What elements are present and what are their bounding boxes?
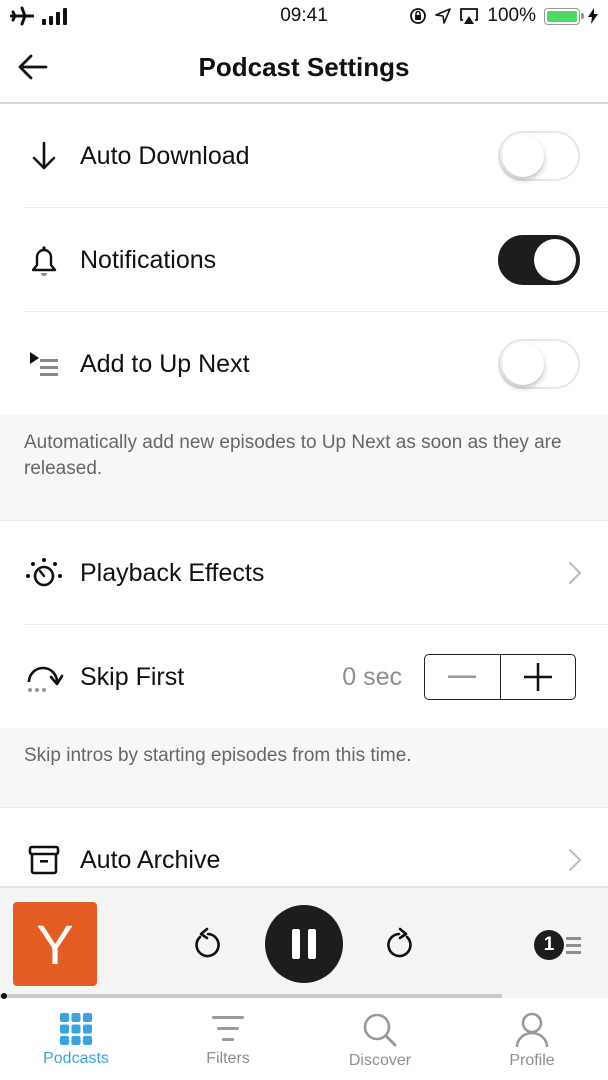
status-right: 100%	[409, 5, 598, 27]
up-next-count-badge: 1	[534, 930, 564, 960]
tab-podcasts[interactable]: Podcasts	[0, 1000, 152, 1080]
rotation-lock-icon	[410, 8, 427, 24]
setting-row-add-to-up-next: Add to Up Next	[0, 312, 608, 416]
setting-row-playback-effects[interactable]: Playback Effects	[0, 521, 608, 625]
airplay-icon	[460, 8, 479, 24]
skip-first-value: 0 sec	[342, 662, 402, 691]
toggle-knob	[534, 239, 576, 281]
playback-effects-label: Playback Effects	[80, 558, 265, 587]
skip-first-description: Skip intros by starting episodes from th…	[0, 728, 608, 808]
tab-bar: Podcasts Filters Discover Profile	[0, 1000, 608, 1080]
up-next-description: Automatically add new episodes to Up Nex…	[0, 415, 608, 521]
pause-icon	[292, 929, 316, 959]
page-title: Podcast Settings	[198, 52, 410, 82]
add-to-up-next-toggle[interactable]	[498, 339, 580, 389]
tab-label: Filters	[206, 1050, 250, 1067]
increment-button[interactable]	[499, 655, 576, 699]
setting-row-auto-download: Auto Download	[0, 104, 608, 208]
add-to-up-next-label: Add to Up Next	[80, 349, 250, 378]
skip-first-label: Skip First	[80, 662, 185, 691]
notifications-toggle[interactable]	[498, 235, 580, 285]
battery-icon	[544, 7, 584, 25]
search-icon	[363, 1013, 397, 1047]
skip-back-button[interactable]	[186, 924, 226, 964]
skip-back-icon	[195, 927, 220, 958]
toggle-knob	[502, 135, 544, 177]
skip-first-stepper	[424, 654, 576, 700]
charging-icon	[588, 8, 598, 24]
skip-forward-button[interactable]	[381, 924, 421, 964]
tab-filters[interactable]: Filters	[152, 1000, 304, 1080]
toggle-knob	[502, 343, 544, 385]
profile-icon	[515, 1012, 549, 1048]
tab-label: Discover	[348, 1052, 412, 1069]
minus-icon	[448, 675, 477, 678]
skip-forward-arc-icon	[22, 655, 66, 699]
up-next-queue-button[interactable]: 1	[530, 928, 586, 962]
tab-profile[interactable]: Profile	[456, 1000, 608, 1080]
chevron-right-icon	[568, 559, 584, 587]
setting-row-skip-first: Skip First 0 sec	[0, 625, 608, 729]
tab-label: Profile	[509, 1052, 555, 1069]
plus-icon	[523, 663, 552, 691]
playback-progress-handle[interactable]	[1, 993, 7, 999]
notifications-label: Notifications	[80, 245, 217, 274]
chevron-right-icon	[568, 846, 584, 874]
tab-label: Podcasts	[43, 1050, 109, 1067]
mini-player[interactable]: Y 1	[0, 886, 608, 999]
grid-icon	[60, 1013, 92, 1045]
skip-forward-icon	[387, 927, 412, 958]
list-icon	[566, 937, 581, 954]
setting-row-notifications: Notifications	[0, 208, 608, 312]
auto-download-label: Auto Download	[80, 141, 250, 170]
battery-percent: 100%	[487, 5, 536, 26]
podcast-artwork[interactable]: Y	[13, 902, 97, 986]
location-icon	[435, 8, 452, 24]
decrement-button[interactable]	[425, 655, 500, 699]
status-bar: 09:41 100%	[0, 0, 608, 34]
up-next-icon	[22, 342, 66, 386]
nav-bar: Podcast Settings	[0, 34, 608, 104]
arrow-down-icon	[22, 134, 66, 178]
bell-icon	[22, 238, 66, 282]
pause-button[interactable]	[265, 905, 343, 983]
archive-icon	[22, 838, 66, 882]
playback-progress-bar[interactable]	[0, 994, 502, 998]
artwork-letter: Y	[36, 912, 74, 976]
filter-icon	[212, 1016, 244, 1041]
auto-download-toggle[interactable]	[498, 131, 580, 181]
tab-discover[interactable]: Discover	[304, 1000, 456, 1080]
playback-effects-icon	[22, 551, 66, 595]
auto-archive-label: Auto Archive	[80, 845, 221, 874]
